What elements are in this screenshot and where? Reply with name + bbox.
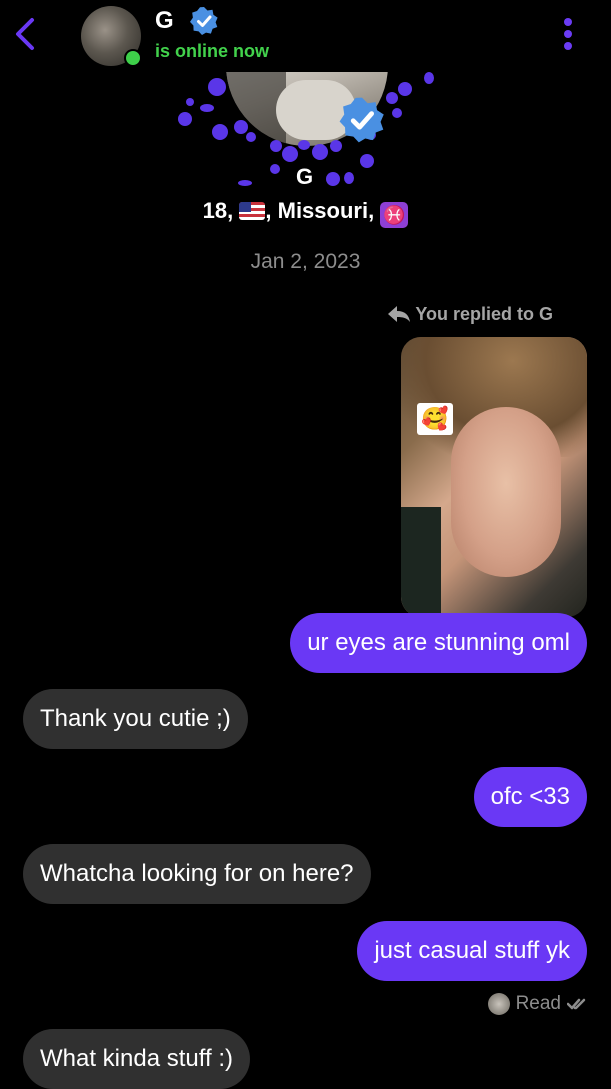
read-receipt: Read [487,993,587,1015]
back-icon[interactable] [10,14,42,54]
online-status: is online now [155,41,270,61]
reply-arrow-icon [388,306,411,322]
date-divider: Jan 2, 2023 [250,250,361,273]
reply-label: You replied to G [387,304,553,325]
message-bubble-incoming[interactable]: What kinda stuff :) [23,1029,250,1089]
reply-label-text: You replied to G [415,304,553,324]
avatar [487,993,510,1015]
photo-message[interactable] [401,337,587,617]
message-bubble-outgoing[interactable]: ofc <33 [473,767,587,827]
read-label: Read [515,993,561,1014]
emoji-reaction: 🥰 [417,403,453,435]
pisces-icon: ♓ [380,202,409,228]
online-indicator [124,49,142,67]
read-check-icon [567,998,586,1010]
chat-header: G is online now [0,0,611,72]
message-bubble-outgoing[interactable]: just casual stuff yk [357,921,587,981]
contact-name[interactable]: G [155,7,174,35]
verified-icon [339,97,384,143]
message-bubble-incoming[interactable]: Whatcha looking for on here? [23,844,371,904]
message-bubble-outgoing[interactable]: ur eyes are stunning oml [290,613,587,673]
profile-age: 18, [202,198,234,223]
profile-location: , Missouri, [265,198,375,223]
profile-name: G [296,164,314,189]
verified-icon [190,7,218,35]
us-flag-icon [239,202,266,220]
message-bubble-incoming[interactable]: Thank you cutie ;) [23,689,248,749]
more-options-icon[interactable] [556,16,580,56]
profile-info: 18, , Missouri, ♓ [0,198,611,228]
